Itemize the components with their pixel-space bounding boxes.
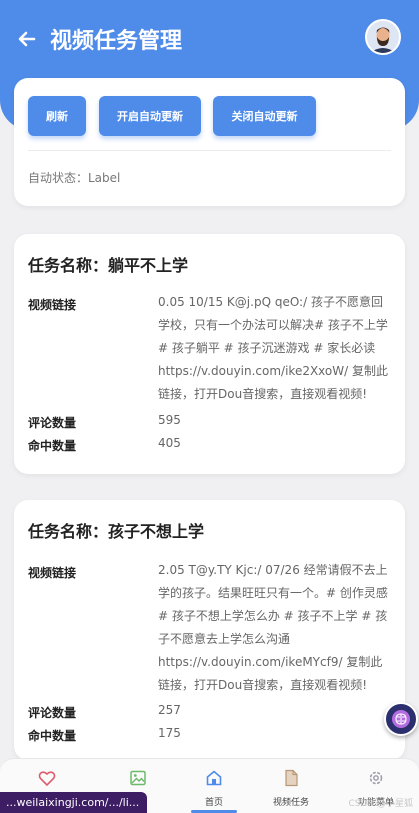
tab-home[interactable]: 首页 [172,759,256,813]
task-title: 任务名称：躺平不上学 [28,256,189,275]
video-link-label: 视频链接 [28,566,77,580]
comments-label: 评论数量 [28,416,77,430]
video-link-label: 视频链接 [28,298,77,312]
page-title: 视频任务管理 [50,29,183,54]
tab-label: 视频任务 [272,798,309,808]
tab-video-tasks[interactable]: 视频任务 [249,759,333,813]
gear-icon [369,771,383,785]
comments-value: 595 [158,413,181,427]
divider [28,150,391,151]
comments-label: 评论数量 [28,706,77,720]
video-link-value: 0.05 10/15 K@j.pQ qeO:/ 孩子不愿意回学校，只有一个办法可… [158,295,388,401]
task-title: 任务名称：孩子不想上学 [28,522,205,541]
task-card: 任务名称：孩子不想上学 视频链接 2.05 T@y.TY Kjc:/ 07/26… [14,500,405,760]
hits-value: 175 [158,726,181,740]
brain-icon[interactable] [384,702,418,736]
video-link-value: 2.05 T@y.TY Kjc:/ 07/26 经常请假不去上学的孩子。结果旺旺… [158,563,388,692]
app-header: 视频任务管理 [0,0,419,78]
avatar[interactable] [365,19,401,55]
hits-label: 命中数量 [28,729,77,743]
start-auto-update-button[interactable]: 开启自动更新 [99,96,201,136]
refresh-button[interactable]: 刷新 [28,96,86,136]
stop-auto-update-button[interactable]: 关闭自动更新 [213,96,316,136]
hits-value: 405 [158,436,181,450]
tab-label: 首页 [204,798,223,808]
task-card: 任务名称：躺平不上学 视频链接 0.05 10/15 K@j.pQ qeO:/ … [14,234,405,474]
home-icon [206,770,222,786]
control-card: 刷新 开启自动更新 关闭自动更新 自动状态：Label [14,78,405,206]
image-icon [130,770,146,786]
comments-value: 257 [158,703,181,717]
heart-icon [38,771,56,787]
url-overlay: ...weilaixingji.com/.../li... [0,792,148,813]
hits-label: 命中数量 [28,439,77,453]
watermark: CSDN @小星狐 [348,799,413,809]
file-icon [285,769,298,787]
arrow-left-icon[interactable] [16,28,38,50]
auto-status-text: 自动状态：Label [28,171,121,185]
